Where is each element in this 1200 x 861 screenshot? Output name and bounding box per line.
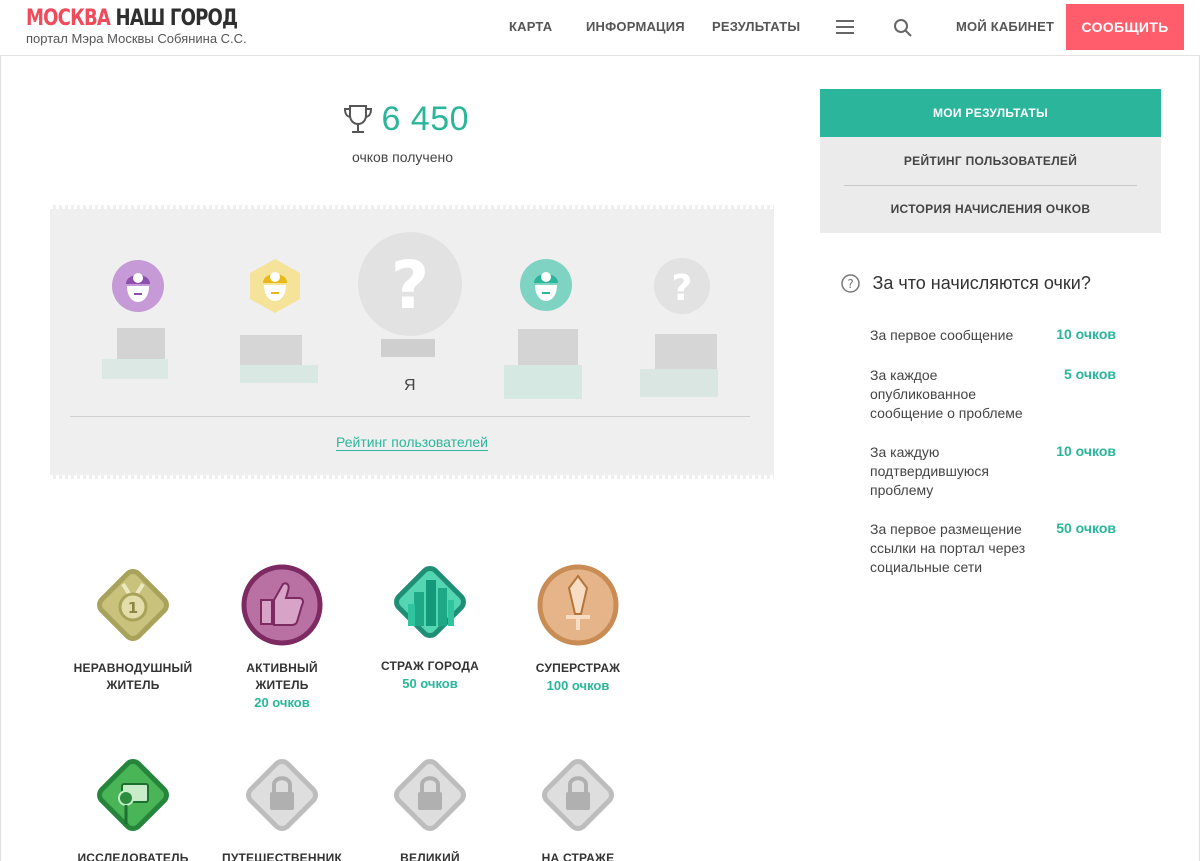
camera-icon xyxy=(97,759,169,831)
points-rule: За каждое опубликованное сообщение о про… xyxy=(870,366,1130,423)
logo-subtitle: портал Мэра Москвы Собянина С.С. xyxy=(26,31,247,46)
current-user-label: Я xyxy=(404,377,416,394)
nav-information[interactable]: ИНФОРМАЦИЯ xyxy=(586,19,685,34)
points-rule-text: За каждое опубликованное сообщение о про… xyxy=(870,367,1023,421)
question-icon: ? xyxy=(654,258,710,314)
tab-my-results[interactable]: МОИ РЕЗУЛЬТАТЫ xyxy=(820,89,1161,137)
points-info-heading: ? За что начисляются очки? xyxy=(841,273,1091,294)
logo[interactable]: МОСКВА НАШ ГОРОД портал Мэра Москвы Собя… xyxy=(26,6,284,46)
logo-our-city: НАШ ГОРОД xyxy=(115,6,239,31)
trophy-icon xyxy=(343,104,373,133)
badge[interactable]: ПУТЕШЕСТВЕННИК xyxy=(207,750,357,861)
points-rule-text: За каждую подтвердившуюся проблему xyxy=(870,444,989,498)
page-left-border xyxy=(0,56,1,861)
nav-results[interactable]: РЕЗУЛЬТАТЫ xyxy=(712,19,800,34)
tab-points-history[interactable]: ИСТОРИЯ НАЧИСЛЕНИЯ ОЧКОВ xyxy=(820,185,1161,233)
points-rule-value: 10 очков xyxy=(1056,326,1116,342)
points-rule: За первое размещение ссылки на портал че… xyxy=(870,520,1130,577)
svg-text:1: 1 xyxy=(128,599,138,617)
user-rating-link[interactable]: Рейтинг пользователей xyxy=(336,434,488,451)
avatar-score-blurred xyxy=(240,365,318,383)
points-rule: За первое сообщение 10 очков xyxy=(870,326,1130,345)
nav-map[interactable]: КАРТА xyxy=(509,19,552,34)
badge-title: НА СТРАЖЕ xyxy=(541,851,615,861)
svg-text:?: ? xyxy=(391,247,429,324)
lock-icon xyxy=(246,759,318,831)
badge[interactable]: СУПЕРСТРАЖ 100 очков xyxy=(503,560,653,694)
menu-icon[interactable] xyxy=(836,20,854,34)
avatar-icon xyxy=(112,260,164,312)
points-rule-value: 5 очков xyxy=(1064,366,1116,382)
results-tabs: МОИ РЕЗУЛЬТАТЫ РЕЙТИНГ ПОЛЬЗОВАТЕЛЕЙ ИСТ… xyxy=(820,89,1161,233)
avatar-icon xyxy=(250,259,300,313)
nav-cabinet[interactable]: МОЙ КАБИНЕТ xyxy=(956,19,1054,34)
question-icon: ? xyxy=(358,232,462,336)
badge-title: НЕРАВНОДУШНЫЙ ЖИТЕЛЬ xyxy=(73,661,193,692)
badge[interactable]: НА СТРАЖЕ xyxy=(503,750,653,861)
report-button[interactable]: СООБЩИТЬ xyxy=(1066,4,1184,50)
badge-title: ИССЛЕДОВАТЕЛЬ xyxy=(77,851,189,861)
points-rule-text: За первое размещение ссылки на портал че… xyxy=(870,521,1026,575)
badge[interactable]: ИССЛЕДОВАТЕЛЬ xyxy=(58,750,208,861)
lock-icon xyxy=(394,759,466,831)
badge-title: СТРАЖ ГОРОДА xyxy=(380,659,480,673)
badge-points: 50 очков xyxy=(402,676,458,691)
avatar-score-blurred xyxy=(504,365,582,399)
badge-title: СУПЕРСТРАЖ xyxy=(535,661,621,675)
avatar-name-blurred xyxy=(518,329,578,369)
help-icon[interactable]: ? xyxy=(841,274,860,293)
badge[interactable]: ВЕЛИКИЙ xyxy=(355,750,505,861)
badge[interactable]: 1 НЕРАВНОДУШНЫЙ ЖИТЕЛЬ xyxy=(58,560,208,694)
points-rule: За каждую подтвердившуюся проблему 10 оч… xyxy=(870,443,1130,500)
badge-points: 20 очков xyxy=(254,695,310,710)
svg-text:?: ? xyxy=(672,268,693,309)
header: МОСКВА НАШ ГОРОД портал Мэра Москвы Собя… xyxy=(0,0,1200,56)
thumbs-up-icon xyxy=(241,564,323,646)
points-info-title: За что начисляются очки? xyxy=(872,273,1091,293)
lock-icon xyxy=(542,759,614,831)
medal-icon: 1 xyxy=(97,569,169,641)
avatar-name-blurred xyxy=(655,334,717,374)
leaderboard-card: ? Я ? Рейтинг пользователей xyxy=(50,205,774,479)
badge-title: ВЕЛИКИЙ xyxy=(400,851,460,861)
avatar-icon xyxy=(520,259,572,311)
logo-moscow: МОСКВА xyxy=(26,6,111,31)
points-rule-value: 10 очков xyxy=(1056,443,1116,459)
badge-title: ПУТЕШЕСТВЕННИК xyxy=(222,851,342,861)
city-icon xyxy=(394,566,466,638)
tab-user-rating[interactable]: РЕЙТИНГ ПОЛЬЗОВАТЕЛЕЙ xyxy=(820,137,1161,185)
sword-icon xyxy=(537,564,619,646)
search-icon[interactable] xyxy=(893,18,913,38)
badge-title: АКТИВНЫЙ ЖИТЕЛЬ xyxy=(246,661,318,692)
score: 6 450 xyxy=(343,100,469,140)
avatar-score-blurred xyxy=(640,369,718,397)
avatar-score-blurred xyxy=(102,359,168,379)
badge-points: 100 очков xyxy=(546,678,610,693)
badge[interactable]: АКТИВНЫЙ ЖИТЕЛЬ 20 очков xyxy=(207,560,357,711)
badge[interactable]: СТРАЖ ГОРОДА 50 очков xyxy=(355,556,505,692)
divider xyxy=(70,416,750,417)
svg-text:?: ? xyxy=(847,277,853,291)
avatar-name-blurred xyxy=(381,339,435,357)
points-rule-text: За первое сообщение xyxy=(870,327,1014,343)
points-rule-value: 50 очков xyxy=(1056,520,1116,536)
score-value: 6 450 xyxy=(381,100,470,138)
score-label: очков получено xyxy=(352,149,453,165)
